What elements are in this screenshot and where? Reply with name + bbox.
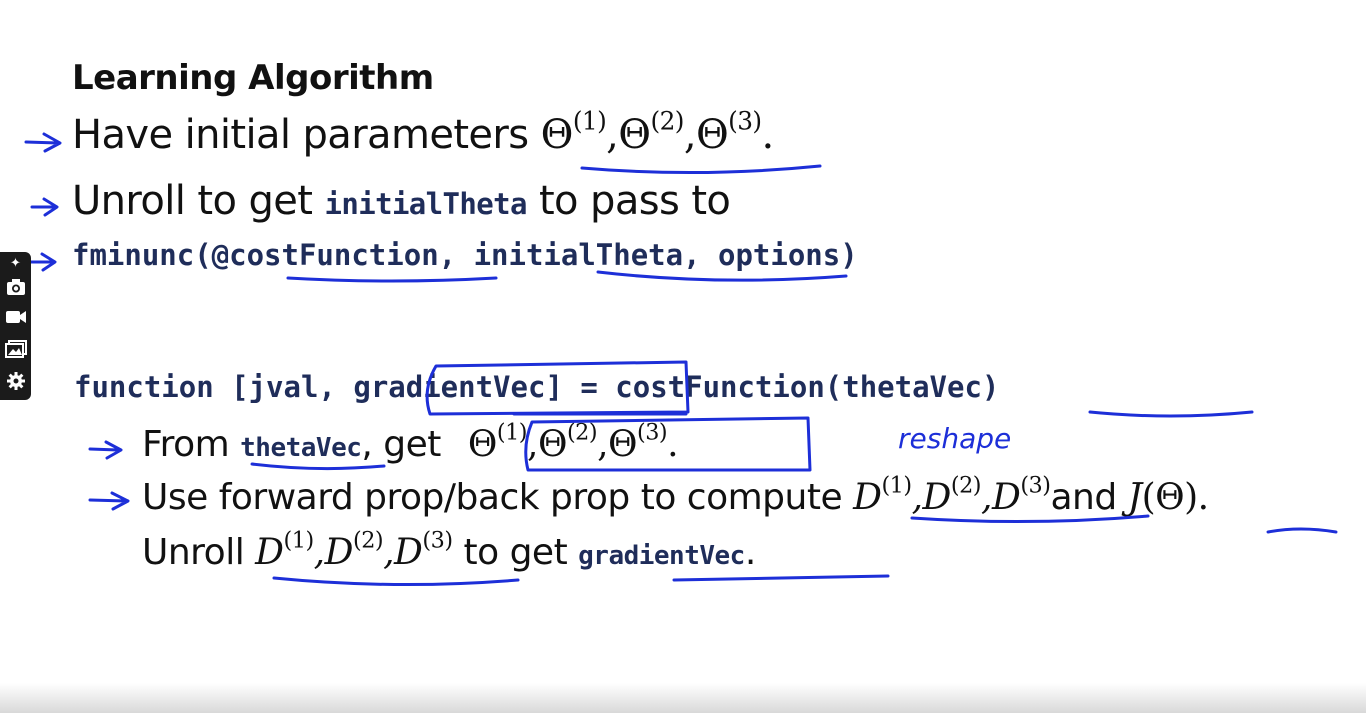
theta-list-2: Θ(1),Θ(2),Θ(3). [467,419,679,465]
underline-costfunction [286,276,498,283]
d-list-2: D(1),D(2),D(3) [255,527,453,573]
code-initialTheta: initialTheta [324,187,528,221]
pin-button[interactable]: ✦ [3,252,28,274]
video-camera-icon [5,311,26,323]
underline-initialtheta [596,270,848,282]
record-button[interactable] [3,304,28,330]
arrow-icon [88,491,130,511]
capture-toolbar: ✦ [0,252,31,400]
j-theta: J(Θ). [1127,477,1209,518]
underline-j-theta [1266,527,1338,534]
slide-title: Learning Algorithm [72,58,434,98]
handwritten-reshape: reshape [898,422,1011,455]
underline-thetavec-sig [1088,410,1254,418]
gear-icon [6,372,25,390]
bullet-initial-parameters: Have initial parameters Θ(1),Θ(2),Θ(3). [72,106,775,158]
arrow-icon [88,440,123,460]
settings-button[interactable] [3,368,28,394]
bullet-unroll: Unroll to get initialTheta to pass to [72,178,731,224]
arrow-icon [24,132,62,153]
camera-icon [6,279,25,295]
underline-gradientvec [672,574,890,582]
theta-list: Θ(1),Θ(2),Θ(3). [540,106,775,158]
lecture-slide: Learning Algorithm Have initial paramete… [0,0,1366,713]
images-icon [4,340,27,358]
step-unroll-d: Unroll D(1),D(2),D(3) to get gradientVec… [142,527,756,573]
code-fminunc: fminunc(@costFunction, initialTheta, opt… [72,238,858,272]
code-function-signature: function [jval, gradientVec] = costFunct… [74,370,1000,404]
gallery-button[interactable] [3,336,28,362]
step-forward-back-prop: Use forward prop/back prop to compute D(… [142,472,1209,518]
d-list: D(1),D(2),D(3) [853,472,1051,518]
step-from-thetavec: From thetaVec, get Θ(1),Θ(2),Θ(3). [142,419,679,465]
screenshot-button[interactable] [3,274,28,300]
underline-d-list-2 [272,576,520,587]
bottom-fade [0,683,1366,713]
pin-icon: ✦ [10,255,21,271]
arrow-icon [30,197,59,217]
arrow-icon [28,252,57,272]
line1-text: Have initial parameters [72,112,529,158]
underline-theta-params [580,164,822,175]
